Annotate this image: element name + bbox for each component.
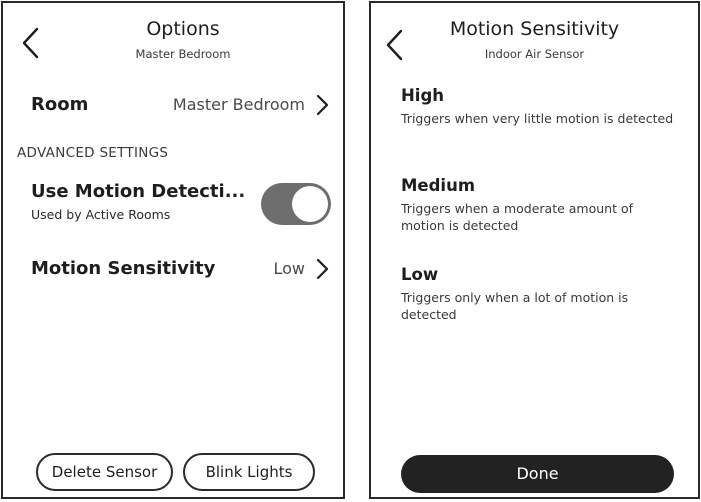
- toggle-knob: [292, 186, 328, 222]
- option-description: Triggers when a moderate amount of motio…: [401, 201, 634, 233]
- motion-detection-label: Use Motion Detecti...: [31, 181, 246, 202]
- done-button[interactable]: Done: [401, 455, 674, 493]
- option-description: Triggers when very little motion is dete…: [401, 111, 674, 126]
- delete-sensor-button[interactable]: Delete Sensor: [36, 453, 173, 491]
- motion-detection-toggle[interactable]: [261, 183, 331, 225]
- page-title: Motion Sensitivity: [449, 18, 620, 40]
- sensitivity-option-high[interactable]: High Triggers when very little motion is…: [401, 86, 678, 127]
- room-value: Master Bedroom: [172, 95, 305, 114]
- sensitivity-option-medium[interactable]: Medium Triggers when a moderate amount o…: [401, 176, 678, 234]
- motion-sensitivity-row[interactable]: Motion Sensitivity Low: [3, 255, 343, 285]
- page-subtitle: Master Bedroom: [135, 47, 231, 61]
- blink-lights-button[interactable]: Blink Lights: [183, 453, 315, 491]
- page-subtitle: Indoor Air Sensor: [484, 47, 585, 61]
- option-description: Triggers only when a lot of motion is de…: [401, 290, 629, 322]
- room-row[interactable]: Room Master Bedroom: [3, 91, 343, 121]
- option-title: Medium: [401, 176, 476, 195]
- chevron-right-icon: [315, 257, 329, 281]
- option-title: Low: [401, 265, 439, 284]
- advanced-settings-heading: ADVANCED SETTINGS: [17, 145, 169, 161]
- motion-sensitivity-value: Low: [273, 259, 305, 278]
- options-screen: Options Master Bedroom Room Master Bedro…: [1, 1, 345, 499]
- option-title: High: [401, 86, 445, 105]
- chevron-right-icon: [315, 93, 329, 117]
- motion-detection-sublabel: Used by Active Rooms: [31, 207, 171, 222]
- page-title: Options: [146, 18, 220, 40]
- motion-sensitivity-label: Motion Sensitivity: [31, 258, 216, 279]
- room-label: Room: [31, 94, 89, 115]
- sensitivity-option-low[interactable]: Low Triggers only when a lot of motion i…: [401, 265, 678, 323]
- motion-sensitivity-screen: Motion Sensitivity Indoor Air Sensor Hig…: [369, 1, 700, 499]
